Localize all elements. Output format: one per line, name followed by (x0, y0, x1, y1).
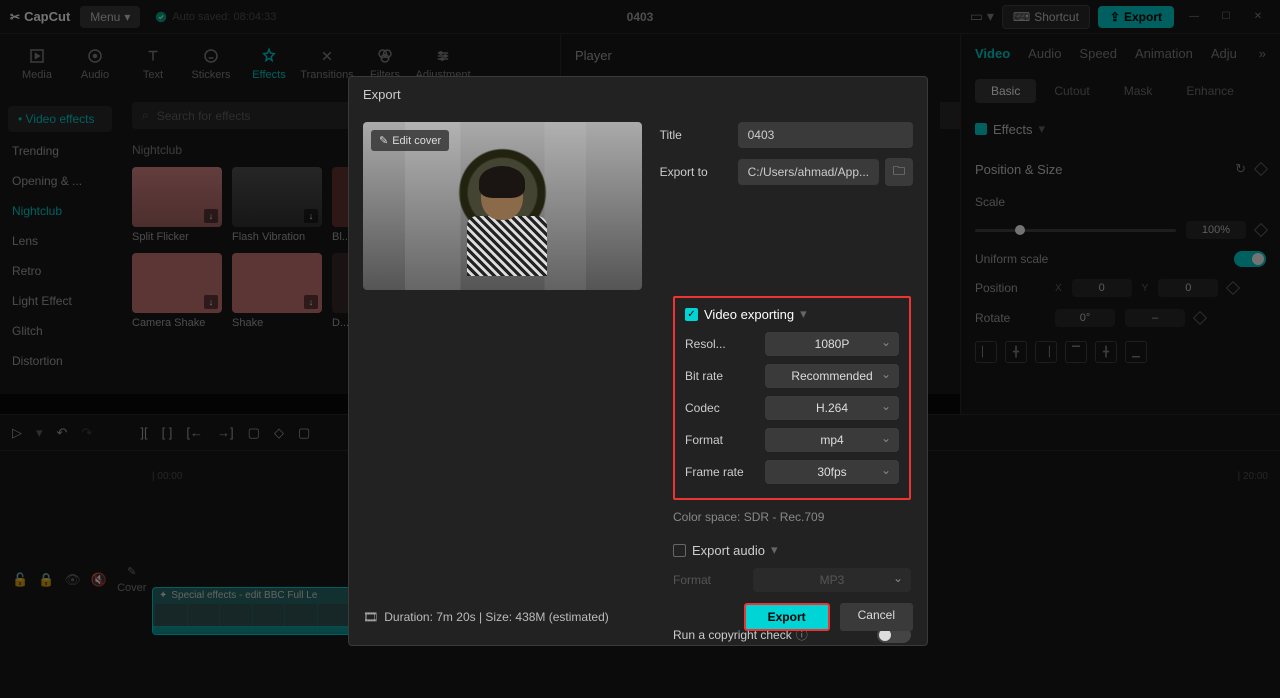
format-select[interactable]: mp4 (765, 428, 899, 452)
audio-format-select: MP3 (753, 568, 911, 592)
title-field-label: Title (660, 128, 738, 142)
export-modal: Export ✎Edit cover Title 0403 Export to … (348, 76, 928, 646)
framerate-label: Frame rate (685, 465, 765, 479)
codec-label: Codec (685, 401, 765, 415)
codec-select[interactable]: H.264 (765, 396, 899, 420)
pencil-icon: ✎ (379, 134, 388, 147)
cancel-button[interactable]: Cancel (840, 603, 913, 631)
video-exporting-checkbox[interactable]: ✓ (685, 308, 698, 321)
export-audio-label: Export audio (692, 543, 765, 558)
browse-folder-button[interactable]: 🗀 (885, 158, 913, 186)
resolution-label: Resol... (685, 337, 765, 351)
resolution-select[interactable]: 1080P (765, 332, 899, 356)
edit-cover-button[interactable]: ✎Edit cover (371, 130, 449, 151)
video-export-highlight: ✓ Video exporting ▾ Resol...1080P Bit ra… (673, 296, 911, 500)
modal-title: Export (349, 77, 927, 112)
color-space-text: Color space: SDR - Rec.709 (349, 500, 927, 524)
bitrate-label: Bit rate (685, 369, 765, 383)
film-icon: 🎞 (363, 610, 378, 624)
format-label: Format (685, 433, 765, 447)
export-preview: ✎Edit cover (363, 122, 642, 290)
audio-format-label: Format (673, 573, 753, 587)
export-meta: 🎞 Duration: 7m 20s | Size: 438M (estimat… (363, 610, 609, 624)
bitrate-select[interactable]: Recommended (765, 364, 899, 388)
video-exporting-label: Video exporting (704, 307, 794, 322)
export-confirm-button[interactable]: Export (744, 603, 830, 631)
title-field[interactable]: 0403 (738, 122, 913, 148)
exportto-label: Export to (660, 165, 738, 179)
exportto-field[interactable]: C:/Users/ahmad/App... (738, 159, 879, 185)
framerate-select[interactable]: 30fps (765, 460, 899, 484)
export-audio-checkbox[interactable] (673, 544, 686, 557)
